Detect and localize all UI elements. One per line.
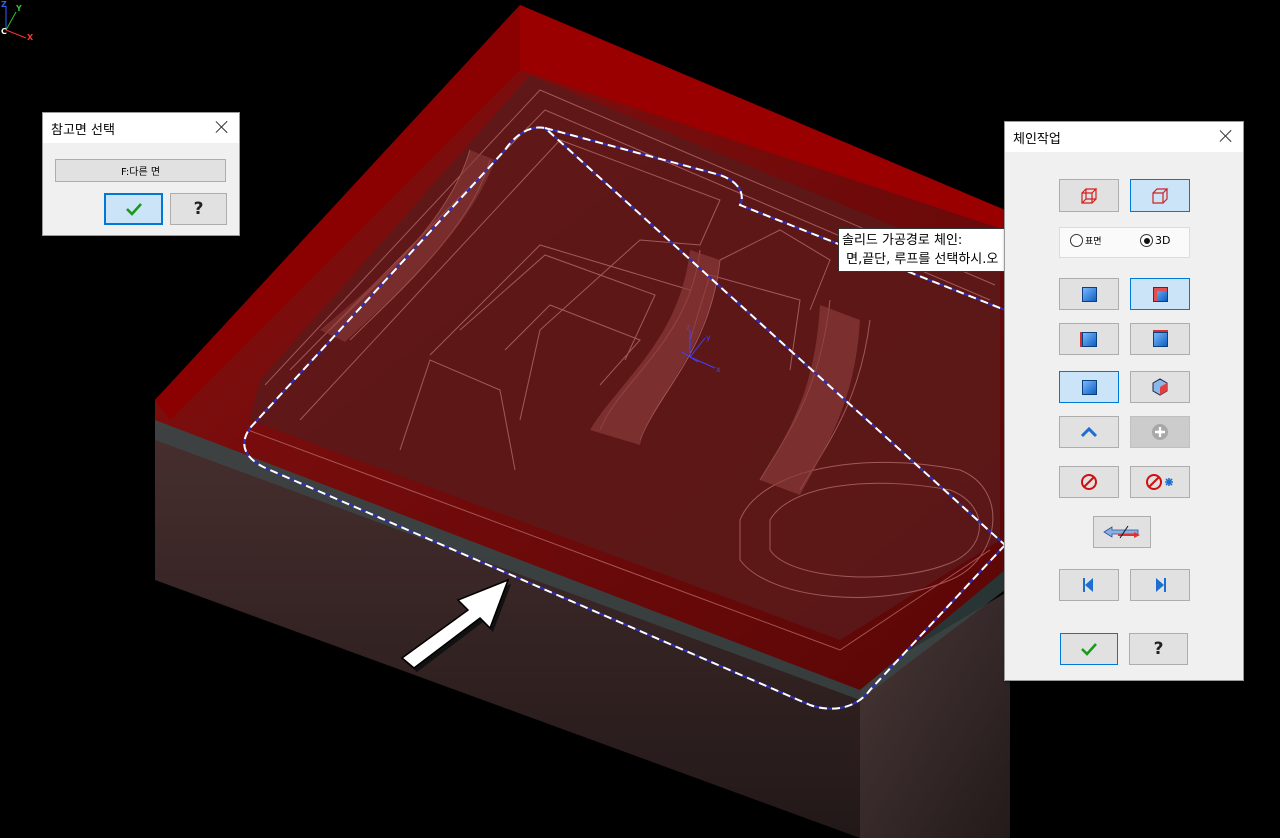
help-button[interactable]: ? bbox=[170, 193, 227, 225]
chaining-dialog: 체인작업 표면 3D ? bbox=[1004, 121, 1244, 681]
previous-icon bbox=[1083, 578, 1093, 592]
other-face-label: F:다른 면 bbox=[120, 167, 161, 178]
reference-face-dialog: 참고면 선택 F:다른 면 ? bbox=[42, 112, 240, 236]
radio-surface[interactable]: 표면 bbox=[1070, 234, 1102, 247]
chain-tooltip: 솔리드 가공경로 체인: 면,끝단, 루프를 선택하시.오 bbox=[838, 228, 1024, 272]
radio-3d-label: 3D bbox=[1155, 234, 1171, 247]
dialog-title: 참고면 선택 bbox=[51, 122, 115, 138]
ok-button[interactable] bbox=[1060, 633, 1118, 665]
cancel-all-icon bbox=[1146, 474, 1173, 490]
solid-select-icon bbox=[1081, 379, 1097, 395]
solid-mode-button[interactable] bbox=[1130, 179, 1190, 212]
undo-arrow-icon bbox=[1080, 426, 1098, 438]
reverse-button[interactable] bbox=[1093, 516, 1151, 548]
axis-y-label: Y bbox=[16, 4, 22, 13]
wireframe-mode-button[interactable] bbox=[1059, 179, 1119, 212]
back-step-button[interactable] bbox=[1059, 416, 1119, 448]
unselect-button[interactable] bbox=[1059, 466, 1119, 498]
loop-cube-icon bbox=[1152, 331, 1168, 347]
dialog-title-bar: 참고면 선택 bbox=[43, 113, 239, 143]
select-solid-button[interactable] bbox=[1059, 371, 1119, 403]
wireframe-cube-icon bbox=[1081, 187, 1098, 204]
other-face-button[interactable]: F:다른 면 bbox=[55, 159, 226, 182]
body-cube-icon bbox=[1081, 286, 1097, 302]
next-icon bbox=[1156, 578, 1166, 592]
help-button[interactable]: ? bbox=[1129, 633, 1188, 665]
select-body-button[interactable] bbox=[1059, 278, 1119, 310]
cancel-circle-icon bbox=[1081, 474, 1097, 490]
tooltip-line-2: 면,끝단, 루프를 선택하시.오 bbox=[842, 252, 999, 267]
radio-surface-label: 표면 bbox=[1085, 237, 1102, 247]
ok-button[interactable] bbox=[104, 193, 163, 225]
solid-cube-icon bbox=[1152, 187, 1169, 204]
axis-z-label: Z bbox=[1, 0, 7, 9]
previous-button[interactable] bbox=[1059, 569, 1119, 601]
close-icon[interactable] bbox=[1219, 129, 1233, 143]
select-edge-button[interactable] bbox=[1059, 323, 1119, 355]
add-button[interactable] bbox=[1130, 416, 1190, 448]
question-icon: ? bbox=[193, 199, 204, 219]
svg-text:z: z bbox=[686, 323, 690, 332]
tooltip-line-1: 솔리드 가공경로 체인: bbox=[842, 233, 963, 248]
axis-x-label: X bbox=[27, 33, 34, 42]
svg-text:x: x bbox=[716, 365, 721, 374]
edge-cube-icon bbox=[1081, 331, 1097, 347]
question-icon: ? bbox=[1153, 639, 1164, 659]
check-icon bbox=[1081, 643, 1097, 656]
select-face-button[interactable] bbox=[1130, 278, 1190, 310]
check-icon bbox=[125, 203, 142, 216]
radio-3d[interactable]: 3D bbox=[1140, 234, 1170, 247]
face-cube-icon bbox=[1152, 286, 1168, 302]
close-icon[interactable] bbox=[215, 120, 229, 134]
dialog-title-bar: 체인작업 bbox=[1005, 122, 1243, 152]
axis-c-label: C bbox=[1, 27, 7, 36]
dialog-title: 체인작업 bbox=[1013, 131, 1061, 147]
feature-cube-icon bbox=[1152, 378, 1168, 396]
mode-radio-group: 표면 3D bbox=[1059, 227, 1190, 258]
unselect-all-button[interactable] bbox=[1130, 466, 1190, 498]
next-button[interactable] bbox=[1130, 569, 1190, 601]
radio-dot bbox=[1070, 234, 1083, 247]
plus-icon bbox=[1152, 424, 1168, 440]
svg-text:y: y bbox=[706, 333, 711, 342]
select-loop-button[interactable] bbox=[1130, 323, 1190, 355]
reverse-arrow-icon bbox=[1103, 525, 1140, 539]
radio-dot-selected bbox=[1140, 234, 1153, 247]
select-feature-button[interactable] bbox=[1130, 371, 1190, 403]
